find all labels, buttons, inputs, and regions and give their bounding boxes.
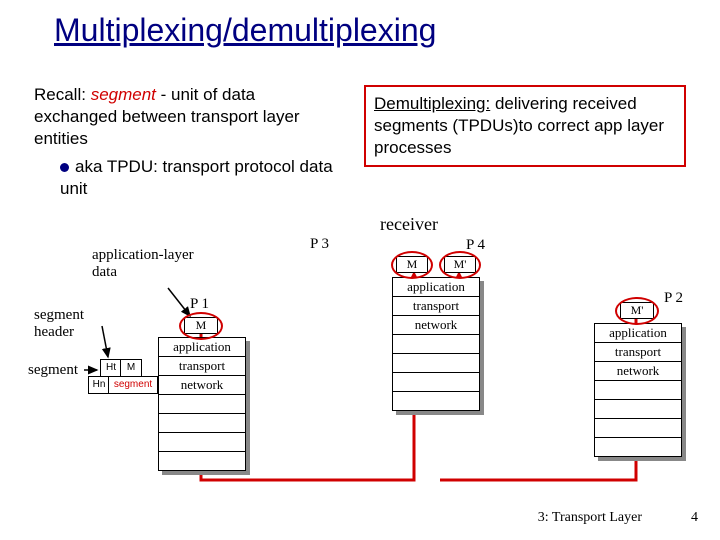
demux-term: Demultiplexing: — [374, 94, 490, 113]
stack-row-app: application — [393, 278, 479, 297]
label-p1: P 1 — [190, 296, 209, 313]
msg-circle-3 — [391, 251, 433, 279]
label-p3: P 3 — [310, 236, 329, 253]
stack-row-blank — [159, 395, 245, 414]
seg-m: M — [120, 359, 142, 377]
label-segheader: segment header — [34, 307, 104, 340]
footer-page: 4 — [691, 510, 698, 526]
label-segment: segment — [28, 362, 78, 379]
bullet-icon — [60, 163, 69, 172]
stack-row-app: application — [595, 324, 681, 343]
stack-row-net: network — [159, 376, 245, 395]
stack-row-net: network — [595, 362, 681, 381]
seg-ht: Ht — [100, 359, 122, 377]
label-receiver: receiver — [380, 214, 438, 235]
stack-row-net: network — [393, 316, 479, 335]
stack-row-blank — [595, 381, 681, 400]
recall-prefix: Recall: — [34, 85, 91, 104]
msg-circle-1 — [179, 312, 223, 340]
stack-row-app: application — [159, 338, 245, 357]
stack-sender: application transport network — [158, 337, 246, 471]
seg-segment: segment — [108, 376, 158, 394]
stack-row-blank — [595, 438, 681, 456]
msg-circle-2p — [615, 297, 659, 325]
recall-sub: aka TPDU: transport protocol data unit — [60, 156, 334, 200]
stack-row-blank — [595, 419, 681, 438]
stack-row-blank — [159, 433, 245, 452]
stack-row-trans: transport — [393, 297, 479, 316]
label-p2: P 2 — [664, 290, 683, 307]
stack-right: application transport network — [594, 323, 682, 457]
stack-row-blank — [159, 414, 245, 433]
recall-term: segment — [91, 85, 156, 104]
footer-chapter: 3: Transport Layer — [538, 510, 642, 526]
label-appdata: application-layer data — [92, 247, 222, 282]
recall-text: Recall: segment - unit of data exchanged… — [34, 84, 334, 200]
demux-callout: Demultiplexing: delivering received segm… — [364, 85, 686, 167]
slide-title: Multiplexing/demultiplexing — [54, 12, 436, 49]
stack-row-trans: transport — [595, 343, 681, 362]
recall-sub-text: aka TPDU: transport protocol data unit — [60, 157, 333, 198]
stack-row-trans: transport — [159, 357, 245, 376]
stack-receiver: application transport network — [392, 277, 480, 411]
stack-row-blank — [393, 392, 479, 410]
stack-row-blank — [393, 354, 479, 373]
msg-circle-4 — [439, 251, 481, 279]
seg-hn: Hn — [88, 376, 110, 394]
stack-row-blank — [595, 400, 681, 419]
stack-row-blank — [393, 335, 479, 354]
stack-row-blank — [393, 373, 479, 392]
stack-row-blank — [159, 452, 245, 470]
